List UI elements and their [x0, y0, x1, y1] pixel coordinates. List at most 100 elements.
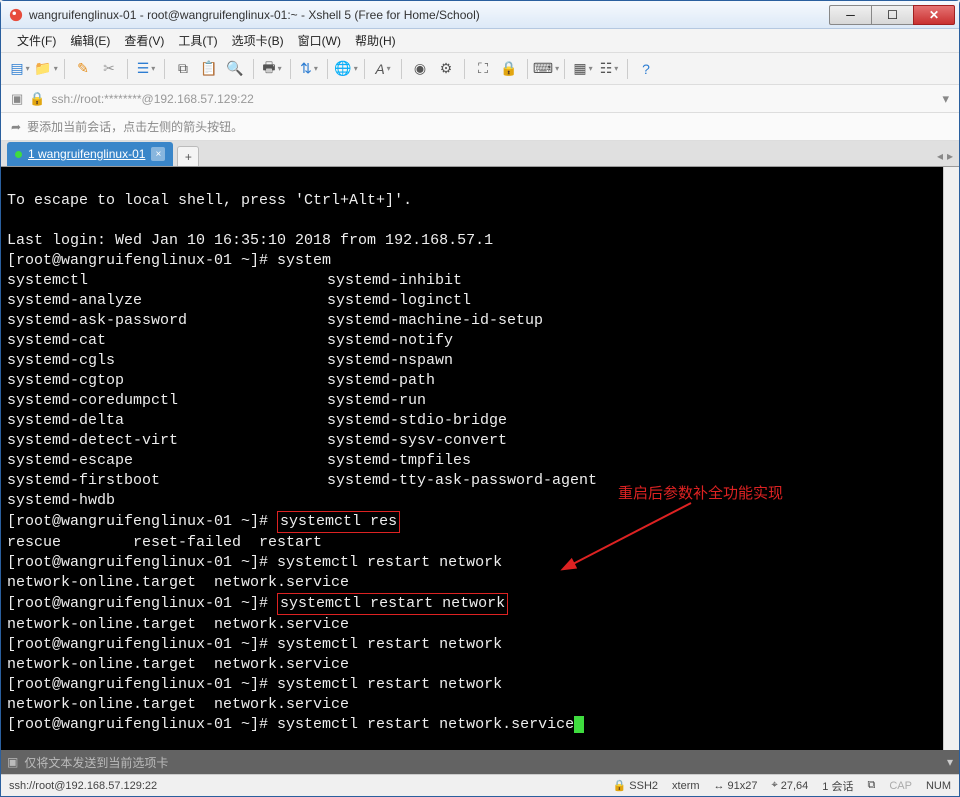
- view-button[interactable]: ☷: [598, 58, 620, 80]
- tab-prev-button[interactable]: ◂: [937, 149, 943, 163]
- term-line: systemd-cgtopsystemd-path: [7, 372, 435, 389]
- print-button[interactable]: 🖶: [261, 58, 283, 80]
- window-maximize-button[interactable]: ☐: [871, 5, 913, 25]
- new-session-button[interactable]: ▤: [9, 58, 31, 80]
- highlight-box-2: systemctl restart network: [277, 593, 508, 615]
- info-bar: ➦ 要添加当前会话，点击左侧的箭头按钮。: [1, 113, 959, 141]
- term-line: systemd-hwdb: [7, 492, 115, 509]
- term-line: [root@wangruifenglinux-01 ~]# system: [7, 252, 331, 269]
- menu-file[interactable]: 文件(F): [11, 29, 62, 52]
- term-line: Last login: Wed Jan 10 16:35:10 2018 fro…: [7, 232, 493, 249]
- copy-button[interactable]: ⧉: [172, 58, 194, 80]
- tab-session-1[interactable]: 1 wangruifenglinux-01 ×: [7, 142, 173, 166]
- status-sessions: 1 会话: [822, 778, 853, 794]
- window-close-button[interactable]: ✕: [913, 5, 955, 25]
- font-button[interactable]: A: [372, 58, 394, 80]
- toolbar: ▤ 📁 ✎ ✂ ☰ ⧉ 📋 🔍 🖶 ⇅ 🌐 A ◉ ⚙ ⛶ 🔒 ⌨ ▦ ☷ ?: [1, 53, 959, 85]
- term-line: systemd-firstbootsystemd-tty-ask-passwor…: [7, 472, 597, 489]
- web-button[interactable]: 🌐: [335, 58, 357, 80]
- compose-icon[interactable]: ▣: [7, 755, 18, 769]
- menu-help[interactable]: 帮助(H): [349, 29, 402, 52]
- tab-strip: 1 wangruifenglinux-01 × + ◂ ▸: [1, 141, 959, 167]
- add-session-icon[interactable]: ➦: [11, 120, 21, 134]
- disconnect-button[interactable]: ✂: [98, 58, 120, 80]
- compose-bar: ▣ 仅将文本发送到当前选项卡 ▾: [1, 750, 959, 774]
- term-line: [root@wangruifenglinux-01 ~]# systemctl …: [7, 676, 502, 693]
- help-button[interactable]: ?: [635, 58, 657, 80]
- open-button[interactable]: 📁: [35, 58, 57, 80]
- paste-button[interactable]: 📋: [198, 58, 220, 80]
- menu-tabs[interactable]: 选项卡(B): [226, 29, 290, 52]
- find-button[interactable]: 🔍: [224, 58, 246, 80]
- term-line: [root@wangruifenglinux-01 ~]# systemctl …: [7, 513, 400, 530]
- menubar: 文件(F) 编辑(E) 查看(V) 工具(T) 选项卡(B) 窗口(W) 帮助(…: [1, 29, 959, 53]
- term-line: network-online.target network.service: [7, 616, 349, 633]
- annotation-arrow-icon: [551, 497, 721, 577]
- term-line: systemctlsystemd-inhibit: [7, 272, 462, 289]
- status-num: NUM: [926, 780, 951, 792]
- layout-button[interactable]: ▦: [572, 58, 594, 80]
- window-title: wangruifenglinux-01 - root@wangruifengli…: [29, 8, 829, 22]
- status-bar: ssh://root@192.168.57.129:22 🔒SSH2 xterm…: [1, 774, 959, 796]
- properties-button[interactable]: ☰: [135, 58, 157, 80]
- tab-next-button[interactable]: ▸: [947, 149, 953, 163]
- lock-button[interactable]: 🔒: [498, 58, 520, 80]
- status-cap: CAP: [889, 780, 912, 792]
- terminal-output[interactable]: To escape to local shell, press 'Ctrl+Al…: [1, 167, 943, 750]
- terminal-cursor: [574, 716, 584, 733]
- new-tab-button[interactable]: +: [177, 146, 199, 166]
- term-line: [root@wangruifenglinux-01 ~]# systemctl …: [7, 595, 508, 612]
- compose-dropdown-icon[interactable]: ▾: [947, 755, 953, 769]
- address-input[interactable]: ssh://root:********@192.168.57.129:22: [51, 92, 936, 106]
- status-dot-icon: [15, 151, 22, 158]
- term-line: systemd-analyzesystemd-loginctl: [7, 292, 471, 309]
- term-line: systemd-ask-passwordsystemd-machine-id-s…: [7, 312, 543, 329]
- transfer-button[interactable]: ⇅: [298, 58, 320, 80]
- tab-close-button[interactable]: ×: [151, 147, 165, 161]
- term-line: network-online.target network.service: [7, 574, 349, 591]
- reconnect-button[interactable]: ✎: [72, 58, 94, 80]
- status-ssh: 🔒SSH2: [613, 779, 658, 792]
- history-dropdown-icon[interactable]: ▾: [942, 91, 949, 107]
- term-line: systemd-cglssystemd-nspawn: [7, 352, 453, 369]
- status-pos: ⌖ 27,64: [772, 779, 809, 792]
- status-term: xterm: [672, 780, 700, 792]
- term-line: [root@wangruifenglinux-01 ~]# systemctl …: [7, 554, 502, 571]
- term-line: To escape to local shell, press 'Ctrl+Al…: [7, 192, 412, 209]
- annotation-text: 重启后参数补全功能实现: [618, 484, 783, 504]
- session-manager-icon[interactable]: ▣: [11, 91, 23, 107]
- status-link-icon: ⧉: [867, 779, 875, 792]
- term-line: network-online.target network.service: [7, 656, 349, 673]
- window-titlebar: wangruifenglinux-01 - root@wangruifengli…: [1, 1, 959, 29]
- compose-input[interactable]: [174, 754, 941, 770]
- status-size: ↔ 91x27: [714, 780, 758, 792]
- menu-edit[interactable]: 编辑(E): [64, 29, 116, 52]
- highlight-box-1: systemctl res: [277, 511, 400, 533]
- menu-window[interactable]: 窗口(W): [292, 29, 347, 52]
- lock-icon: 🔒: [613, 779, 627, 792]
- term-line: rescue reset-failed restart: [7, 534, 322, 551]
- script-button[interactable]: ⚙: [435, 58, 457, 80]
- info-text: 要添加当前会话，点击左侧的箭头按钮。: [27, 118, 243, 135]
- cursor-pos-icon: ⌖: [772, 779, 778, 792]
- term-line: [root@wangruifenglinux-01 ~]# systemctl …: [7, 716, 584, 733]
- status-connection: ssh://root@192.168.57.129:22: [9, 780, 599, 792]
- menu-view[interactable]: 查看(V): [118, 29, 170, 52]
- address-bar: ▣ 🔒 ssh://root:********@192.168.57.129:2…: [1, 85, 959, 113]
- term-line: [root@wangruifenglinux-01 ~]# systemctl …: [7, 636, 502, 653]
- encode-button[interactable]: ◉: [409, 58, 431, 80]
- term-line: systemd-detect-virtsystemd-sysv-convert: [7, 432, 507, 449]
- terminal-scrollbar[interactable]: [943, 167, 959, 750]
- tab-label: 1 wangruifenglinux-01: [28, 147, 145, 161]
- window-minimize-button[interactable]: ─: [829, 5, 871, 25]
- term-line: systemd-catsystemd-notify: [7, 332, 453, 349]
- lock-icon: 🔒: [29, 91, 45, 107]
- size-icon: ↔: [714, 780, 725, 792]
- keyboard-button[interactable]: ⌨: [535, 58, 557, 80]
- term-line: systemd-escapesystemd-tmpfiles: [7, 452, 471, 469]
- term-line: systemd-deltasystemd-stdio-bridge: [7, 412, 507, 429]
- menu-tools[interactable]: 工具(T): [172, 29, 223, 52]
- term-line: systemd-coredumpctlsystemd-run: [7, 392, 426, 409]
- fullscreen-button[interactable]: ⛶: [472, 58, 494, 80]
- term-line: network-online.target network.service: [7, 696, 349, 713]
